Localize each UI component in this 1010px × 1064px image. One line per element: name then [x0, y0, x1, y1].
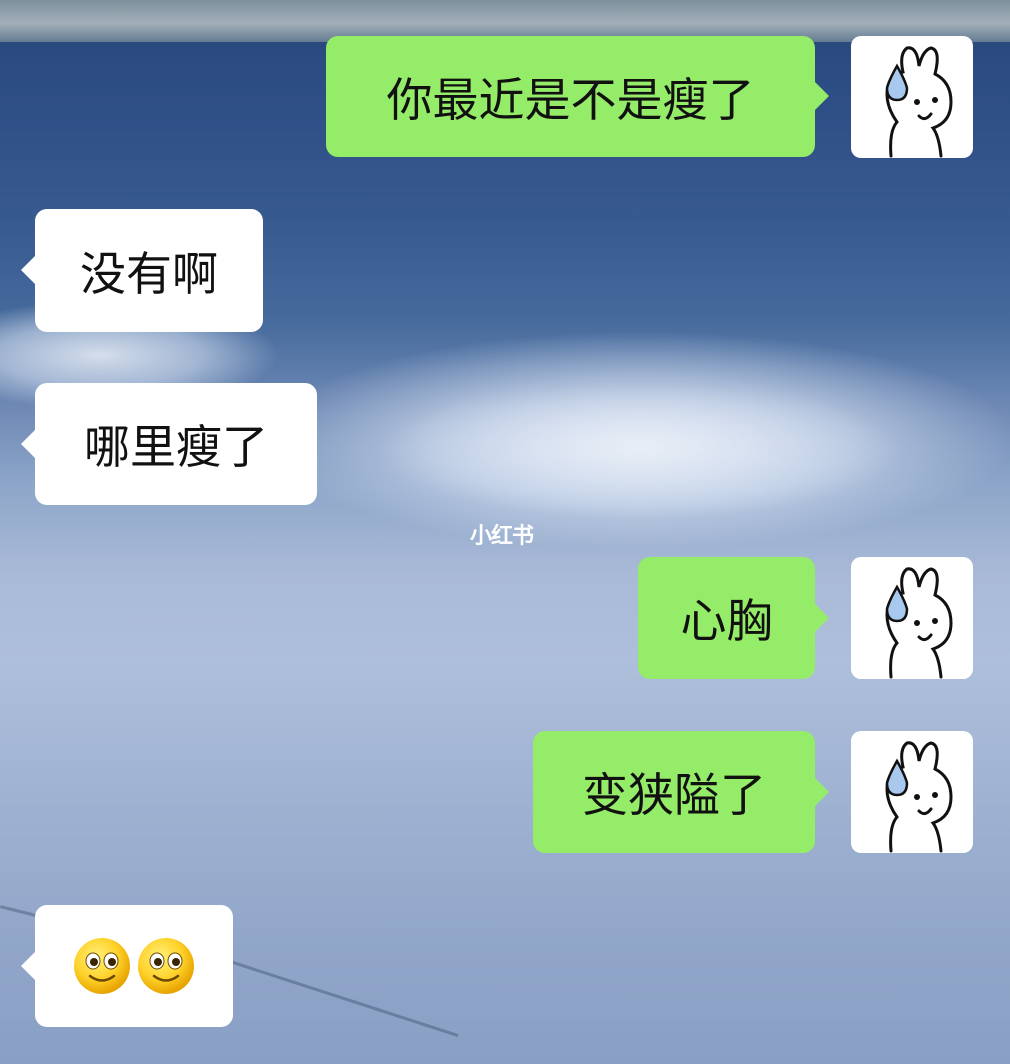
message-text: 变狭隘了: [582, 768, 766, 822]
slightly-smiling-face-icon: [138, 938, 194, 994]
message-bubble-received[interactable]: [35, 905, 233, 1027]
bubble-tail: [815, 778, 829, 806]
bubble-tail: [21, 952, 35, 980]
message-text: 没有啊: [80, 246, 218, 301]
bubble-tail: [815, 82, 829, 110]
message-bubble-received[interactable]: 哪里瘦了: [35, 383, 317, 505]
bunny-sweat-drop-icon: [885, 741, 953, 853]
message-bubble-sent[interactable]: 变狭隘了: [533, 731, 815, 853]
watermark: 小红书: [470, 524, 534, 549]
message-bubble-received[interactable]: 没有啊: [35, 209, 263, 332]
bunny-sweat-drop-icon: [885, 46, 953, 158]
avatar[interactable]: [851, 731, 973, 853]
message-text: 你最近是不是瘦了: [386, 72, 755, 127]
bubble-tail: [21, 256, 35, 284]
wave-foam: [380, 380, 900, 520]
message-bubble-sent[interactable]: 你最近是不是瘦了: [326, 36, 815, 157]
message-text: 心胸: [680, 594, 773, 648]
chat-background: 小红书 你最近是不是瘦了 没有啊 哪里瘦了 心胸 变狭隘了: [0, 0, 1010, 1064]
avatar[interactable]: [851, 557, 973, 679]
slightly-smiling-face-icon: [74, 938, 130, 994]
message-bubble-sent[interactable]: 心胸: [638, 557, 815, 679]
bubble-tail: [815, 604, 829, 632]
message-text: 哪里瘦了: [84, 420, 268, 474]
bunny-sweat-drop-icon: [885, 567, 953, 679]
avatar[interactable]: [851, 36, 973, 158]
foam-line: [229, 960, 459, 1038]
bubble-tail: [21, 430, 35, 458]
emoji-group: [72, 936, 196, 996]
